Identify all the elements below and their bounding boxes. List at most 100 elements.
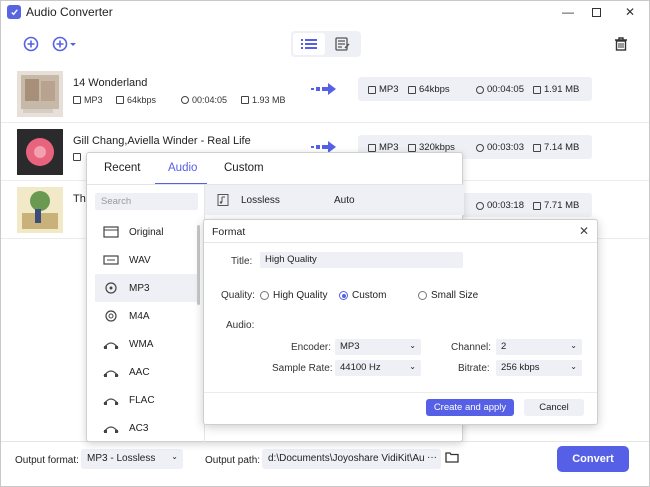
file-name: 14 Wonderland [73,77,148,89]
format-icon [368,143,376,152]
file-name: Gill Chang,Aviella Winder - Real Life [73,135,251,147]
chevron-down-icon: ⌄ [570,362,577,371]
output-size: 7.71 MB [533,200,579,211]
file-size-icon [533,201,541,210]
tab-recent[interactable]: Recent [104,162,140,174]
source-duration: 00:04:05 [181,95,227,105]
flac-format-icon [103,398,119,405]
cancel-button[interactable]: Cancel [524,399,584,416]
app-logo-icon [7,5,21,19]
document-list-icon [335,37,350,51]
aac-format-icon [103,370,119,377]
add-dropdown-icon [52,36,76,52]
bitrate-select[interactable]: 256 kbps ⌄ [496,360,582,376]
title-label: Title: [231,256,253,267]
output-path-field[interactable]: d:\Documents\Joyoshare VidiKit\Audio [262,449,441,469]
dialog-title: Format [212,226,246,238]
format-item-ac3[interactable]: AC3 [95,414,198,442]
ac3-format-icon [103,426,119,433]
tab-audio[interactable]: Audio [168,162,197,174]
album-cover-thumbnail [17,187,63,233]
convert-button[interactable]: Convert [557,446,629,472]
minimize-button[interactable]: — [557,3,579,21]
encoder-select[interactable]: MP3 ⌄ [335,339,421,355]
format-list-scrollbar[interactable] [197,225,200,305]
output-duration: 00:04:05 [476,84,524,95]
m4a-format-icon [105,310,117,322]
clock-icon [181,96,189,104]
chevron-down-icon: ⌄ [570,341,577,350]
maximize-button[interactable] [585,3,607,21]
clear-list-button[interactable] [612,35,630,53]
bitrate-label: Bitrate: [458,363,490,374]
output-size: 1.91 MB [533,84,579,95]
chevron-down-icon: ⌄ [409,362,416,371]
chevron-down-icon: ⌄ [171,452,178,461]
channel-label: Channel: [451,342,492,353]
chevron-down-icon: ⌄ [409,341,416,350]
radio-button [418,291,427,300]
output-settings-box[interactable]: MP3 64kbps 00:04:05 1.91 MB [358,77,592,101]
list-view-button[interactable] [293,33,325,55]
format-item-wma[interactable]: WMA [95,330,198,358]
original-format-icon [103,226,119,238]
format-item-mp3[interactable]: MP3 [95,274,198,302]
bottom-bar: Output format: MP3 - Lossless ⌄ Output p… [1,441,649,486]
source-format [73,153,84,161]
clock-icon [476,143,484,152]
close-window-button[interactable]: ✕ [619,3,641,21]
quality-radio-custom[interactable]: Custom [339,290,386,301]
format-item-original[interactable]: Original [95,218,198,246]
preset-name: Lossless [241,195,280,206]
channel-select[interactable]: 2 ⌄ [496,339,582,355]
title-input[interactable]: High Quality [260,252,463,268]
clock-icon [476,201,484,210]
format-icon [73,153,81,161]
radio-button-selected [339,291,348,300]
file-name: Th [73,193,86,205]
format-item-wav[interactable]: WAV [95,246,198,274]
tab-custom[interactable]: Custom [224,162,264,174]
more-path-button[interactable]: ··· [425,452,439,463]
music-file-icon [217,194,229,206]
file-size-icon [241,96,249,104]
folder-icon[interactable] [445,451,459,463]
format-dialog: Format ✕ Title: High Quality Quality: Hi… [203,219,598,425]
format-icon [73,96,81,104]
list-icon [301,39,317,49]
source-bitrate: 64kbps [116,95,156,105]
add-file-button[interactable] [21,35,41,53]
add-folder-dropdown-button[interactable] [51,35,79,53]
file-size-icon [533,85,541,94]
close-icon[interactable]: ✕ [579,224,589,238]
output-format-select[interactable]: MP3 - Lossless ⌄ [81,449,183,469]
file-size-icon [533,143,541,152]
album-cover-thumbnail [17,129,63,175]
format-item-flac[interactable]: FLAC [95,386,198,414]
output-format-label: Output format: [15,455,79,466]
file-row-1[interactable]: 14 Wonderland MP3 64kbps 00:04:05 1.93 M… [1,65,649,123]
view-toggle [291,31,361,57]
bitrate-icon [116,96,124,104]
add-audio-icon [23,36,39,52]
source-format: MP3 [73,95,103,105]
preset-row-lossless[interactable]: Lossless Auto [205,185,464,215]
format-item-m4a[interactable]: M4A [95,302,198,330]
quality-radio-high[interactable]: High Quality [260,290,327,301]
format-item-aac[interactable]: AAC [95,358,198,386]
create-and-apply-button[interactable]: Create and apply [426,399,514,416]
divider [204,242,597,243]
quality-radio-small[interactable]: Small Size [418,290,478,301]
mp3-format-icon [105,282,117,294]
format-search-input[interactable]: Search [95,193,198,210]
source-size: 1.93 MB [241,95,286,105]
output-path-label: Output path: [205,455,261,466]
wma-format-icon [103,342,119,349]
output-bitrate: 64kbps [408,84,450,95]
app-window: Audio Converter — ✕ 14 Wonderland MP3 64… [0,0,650,487]
sample-rate-select[interactable]: 44100 Hz ⌄ [335,360,421,376]
bitrate-icon [408,143,416,152]
quality-label: Quality: [221,290,255,301]
task-list-button[interactable] [327,33,359,55]
output-duration: 00:03:18 [476,200,524,211]
